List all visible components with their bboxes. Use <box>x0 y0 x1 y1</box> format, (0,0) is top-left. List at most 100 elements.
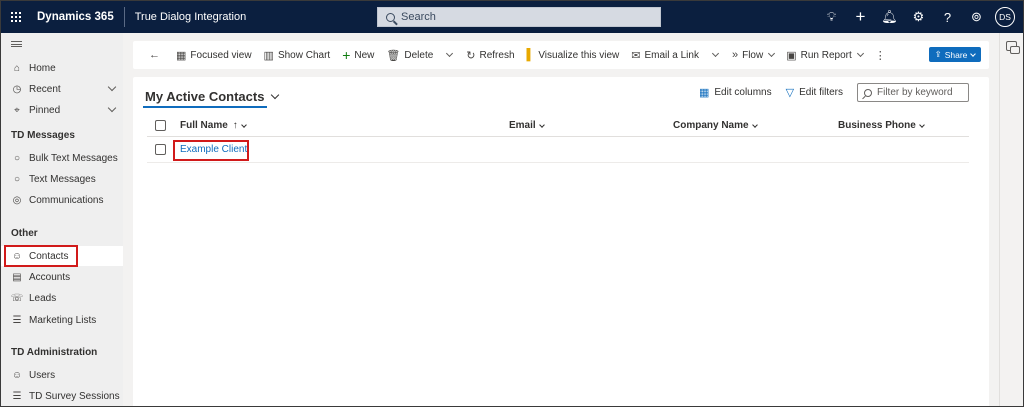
sidebar-item-td-survey-sessions[interactable]: ☰ TD Survey Sessions <box>1 386 123 406</box>
run-report-button[interactable]: ▣ Run Report <box>780 41 869 69</box>
filter-by-keyword-input[interactable]: Filter by keyword <box>857 83 969 102</box>
sidebar-item-label: Leads <box>29 292 57 304</box>
chat-panel-icon[interactable] <box>1006 41 1020 54</box>
edit-columns-label: Edit columns <box>714 87 772 98</box>
column-header-full-name[interactable]: Full Name ↑ <box>180 115 247 137</box>
sidebar-item-label: TD Survey Sessions <box>29 390 120 402</box>
arrow-left-icon: ← <box>149 49 160 61</box>
sidebar-item-label: Pinned <box>29 104 61 116</box>
sidebar-item-users[interactable]: ☺ Users <box>1 365 123 385</box>
visualize-label: Visualize this view <box>538 49 620 61</box>
sidebar-item-pinned[interactable]: ⌖ Pinned <box>1 100 123 120</box>
plus-icon: + <box>342 47 351 63</box>
new-button[interactable]: + New <box>336 41 380 69</box>
chevron-down-icon <box>240 121 247 128</box>
table-row[interactable]: Example Client <box>147 137 969 163</box>
edit-filters-button[interactable]: ▽ Edit filters <box>786 86 843 99</box>
copilot-icon[interactable]: ⊚ <box>962 1 991 33</box>
avatar[interactable]: DS <box>995 7 1015 27</box>
brand-title[interactable]: Dynamics 365 <box>31 1 124 33</box>
show-chart-button[interactable]: ▥ Show Chart <box>258 41 337 69</box>
flow-icon: » <box>731 49 739 61</box>
row-checkbox[interactable] <box>155 144 166 155</box>
sidebar-item-home[interactable]: ⌂ Home <box>1 58 123 78</box>
new-label: New <box>354 49 375 61</box>
chevron-down-icon <box>711 49 720 58</box>
back-button[interactable]: ← <box>143 41 170 69</box>
sidebar-item-label: Users <box>29 369 56 381</box>
column-header-email[interactable]: Email <box>509 115 545 137</box>
chevron-down-icon <box>271 90 280 99</box>
sidebar-item-accounts[interactable]: ▤ Accounts <box>1 267 123 287</box>
chevron-down-icon <box>970 50 977 57</box>
sidebar-item-text-messages[interactable]: ○ Text Messages <box>1 169 123 189</box>
filter-icon: ▽ <box>785 87 795 99</box>
home-icon: ⌂ <box>13 62 21 74</box>
app-launcher-icon[interactable] <box>1 1 31 33</box>
sidebar-item-label: Marketing Lists <box>29 314 97 326</box>
email-link-label: Email a Link <box>644 49 699 61</box>
chevron-down-icon[interactable] <box>107 82 117 92</box>
chat-icon: ○ <box>13 152 21 164</box>
chat-stack-icon: ◎ <box>12 194 22 206</box>
flow-button[interactable]: » Flow <box>726 41 780 69</box>
sidebar-item-label: Text Messages <box>29 173 96 185</box>
share-label: Share <box>944 49 968 60</box>
lightbulb-icon[interactable]: 💡︎ <box>817 1 846 33</box>
sidebar-item-leads[interactable]: ☏ Leads <box>1 288 123 308</box>
columns-icon: ▦ <box>698 87 710 99</box>
sidebar-item-recent[interactable]: ◷ Recent <box>1 79 123 99</box>
bell-icon[interactable]: 🔔︎ <box>875 1 904 33</box>
search-box[interactable]: Search <box>377 7 661 27</box>
grid-header: Full Name ↑ Email Company Name Business … <box>147 115 969 137</box>
sidebar-item-bulk-text-messages[interactable]: ○ Bulk Text Messages <box>1 148 123 168</box>
phone-person-icon: ☏ <box>10 292 24 304</box>
column-label: Email <box>509 120 536 131</box>
help-icon[interactable]: ? <box>933 1 962 33</box>
chevron-down-icon[interactable] <box>107 103 117 113</box>
select-all-checkbox[interactable] <box>155 120 166 131</box>
hamburger-menu-icon[interactable] <box>11 41 22 47</box>
chevron-down-icon <box>856 49 864 58</box>
sidebar-item-communications[interactable]: ◎ Communications <box>1 190 123 210</box>
email-link-dropdown[interactable] <box>705 41 726 69</box>
more-delete-dropdown[interactable] <box>439 41 460 69</box>
sidebar-item-label: Communications <box>29 194 104 206</box>
share-button[interactable]: ⇪ Share <box>929 47 981 62</box>
plus-icon[interactable]: + <box>846 1 875 33</box>
sidebar-item-marketing-lists[interactable]: ☰ Marketing Lists <box>1 310 123 330</box>
column-header-business-phone[interactable]: Business Phone <box>838 115 925 137</box>
grid-actions: ▦ Edit columns ▽ Edit filters Filter by ke… <box>699 83 969 102</box>
clock-icon: ◷ <box>12 83 22 95</box>
visualize-view-button[interactable]: ▌ Visualize this view <box>521 41 626 69</box>
section-title-other: Other <box>11 228 38 239</box>
highlight-box-example-client <box>173 140 249 161</box>
person-icon: ☺ <box>11 369 23 381</box>
focused-view-button[interactable]: ▦ Focused view <box>170 41 258 69</box>
highlight-box-contacts <box>4 245 78 267</box>
refresh-button[interactable]: ↻ Refresh <box>460 41 520 69</box>
show-chart-label: Show Chart <box>277 49 331 61</box>
chevron-down-icon <box>918 121 925 128</box>
more-vertical-icon: ⋮ <box>874 49 886 62</box>
chevron-down-icon <box>538 121 545 128</box>
app-name[interactable]: True Dialog Integration <box>125 11 247 23</box>
section-title-td-messages: TD Messages <box>11 130 75 141</box>
search-icon <box>386 12 395 22</box>
delete-label: Delete <box>404 49 434 61</box>
more-commands-button[interactable]: ⋮ <box>869 41 896 69</box>
view-selector[interactable]: My Active Contacts <box>145 89 280 104</box>
gear-icon[interactable]: ⚙ <box>904 1 933 33</box>
delete-button[interactable]: 🗑︎ Delete <box>380 41 439 69</box>
list-icon: ☰ <box>12 390 22 402</box>
edit-columns-button[interactable]: ▦ Edit columns <box>699 86 772 99</box>
column-header-company-name[interactable]: Company Name <box>673 115 758 137</box>
email-link-button[interactable]: ✉ Email a Link <box>625 41 705 69</box>
sidebar-item-label: Bulk Text Messages <box>29 152 118 164</box>
main-panel: My Active Contacts ▦ Edit columns ▽ Edit f… <box>133 77 989 406</box>
page-title: My Active Contacts <box>145 89 265 104</box>
refresh-icon: ↻ <box>466 49 476 62</box>
top-bar: Dynamics 365 True Dialog Integration Sea… <box>1 1 1023 33</box>
power-bi-icon: ▌ <box>526 49 535 61</box>
search-placeholder: Search <box>401 11 436 23</box>
